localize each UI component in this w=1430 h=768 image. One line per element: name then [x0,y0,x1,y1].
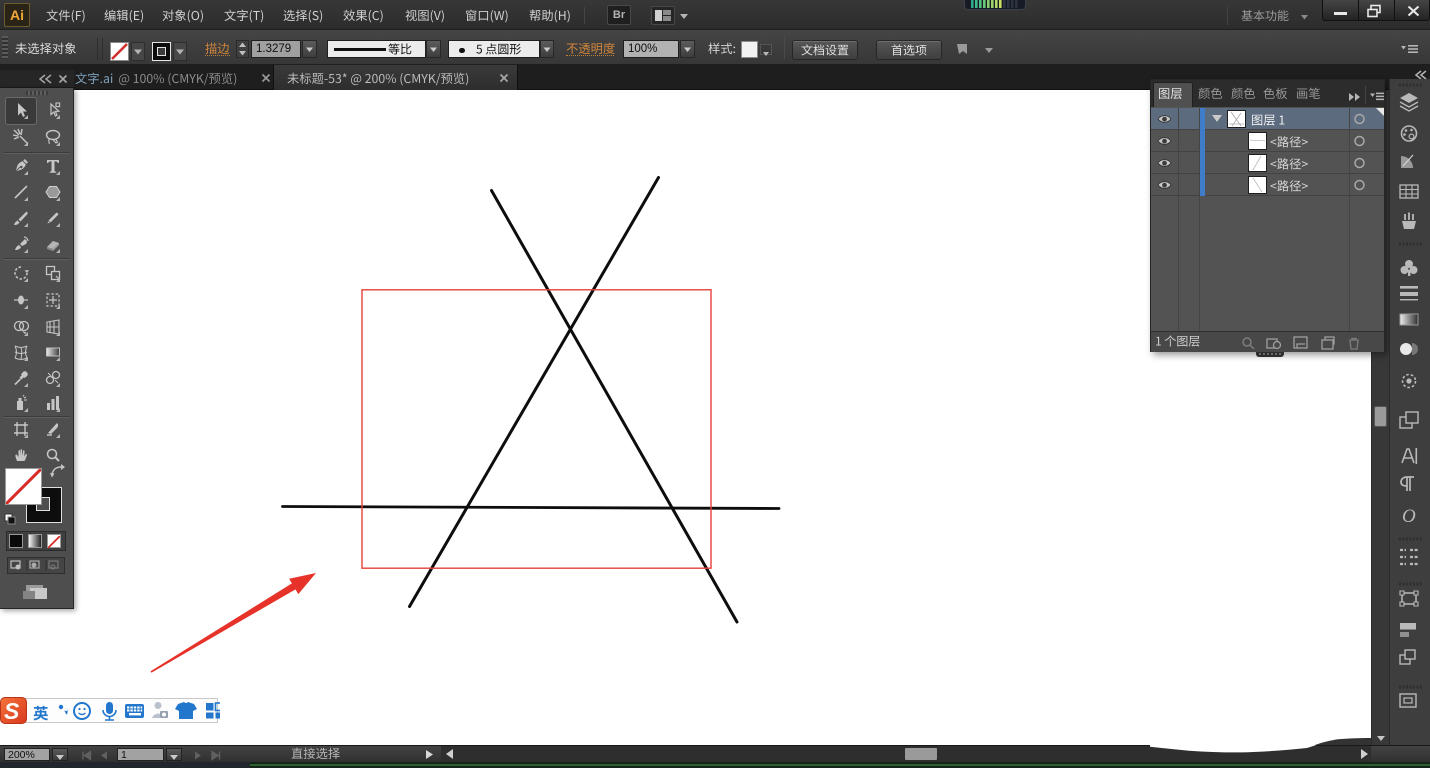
svg-text:S: S [4,698,20,724]
svg-text:O: O [1402,506,1416,527]
